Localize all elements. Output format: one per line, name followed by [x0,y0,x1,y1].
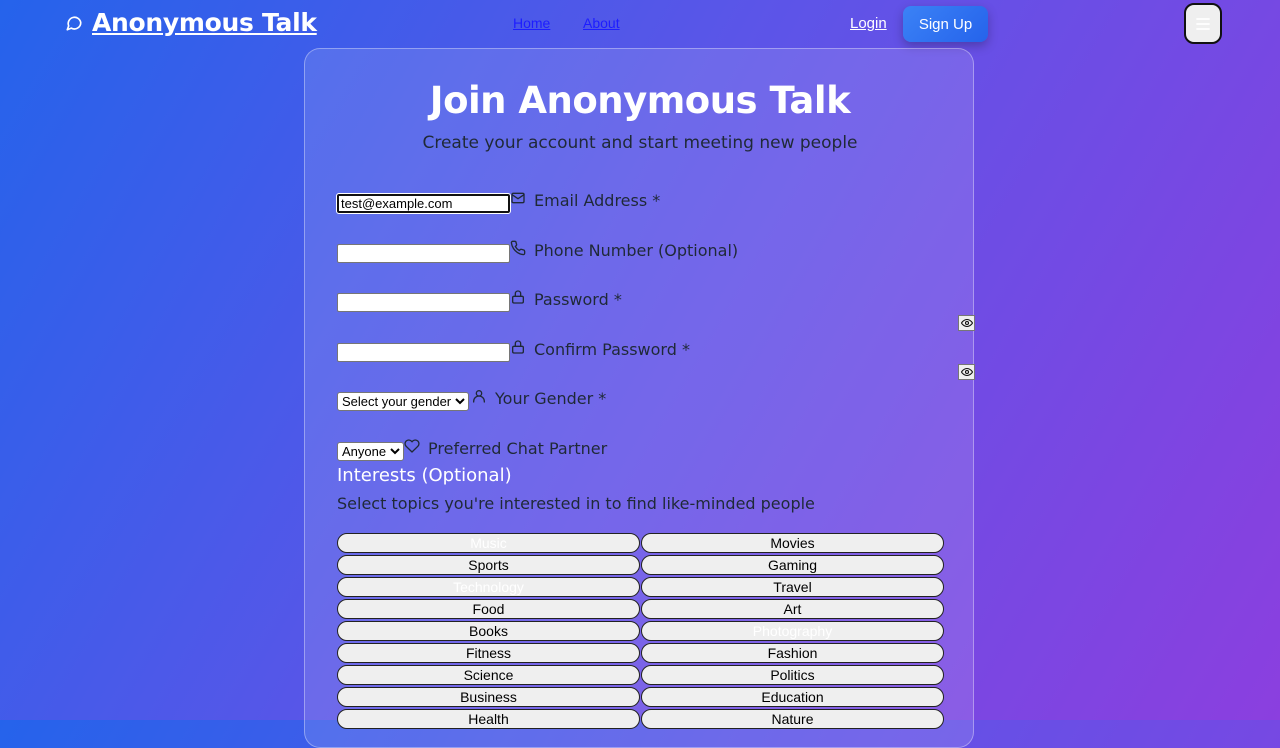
interest-chip[interactable]: Art [641,599,944,619]
interests-subtitle: Select topics you're interested in to fi… [337,494,815,513]
top-navbar: Anonymous Talk Home About Login Sign Up [0,0,1280,48]
interest-chip[interactable]: Technology [337,577,640,597]
preferred-partner-select[interactable]: Anyone [337,442,404,461]
confirm-password-label: Confirm Password * [534,340,690,359]
phone-field[interactable] [337,244,510,263]
interest-chip[interactable]: Education [641,687,944,707]
menu-button[interactable] [1184,3,1222,44]
login-link[interactable]: Login [850,15,887,32]
interest-chip[interactable]: Politics [641,665,944,685]
interests-title: Interests (Optional) [337,465,512,486]
signup-card: Join Anonymous Talk Create your account … [304,48,975,748]
interests-grid: Music Movies Sports Gaming Technology Tr… [337,533,944,729]
password-row: Password * [337,290,622,312]
interest-chip[interactable]: Gaming [641,555,944,575]
lock-icon [512,290,524,304]
password-label: Password * [534,290,622,309]
interest-chip[interactable]: Business [337,687,640,707]
toggle-confirm-password-visibility[interactable] [958,364,975,380]
interest-chip[interactable]: Music [337,533,640,553]
confirm-password-field[interactable] [337,343,510,362]
interest-chip[interactable]: Nature [641,709,944,729]
interest-chip[interactable]: Science [337,665,640,685]
interest-chip[interactable]: Fashion [641,643,944,663]
signup-button[interactable]: Sign Up [903,6,988,42]
interest-chip[interactable]: Food [337,599,640,619]
interest-chip[interactable]: Books [337,621,640,641]
page-subtitle: Create your account and start meeting ne… [422,133,858,153]
lock-icon [512,340,524,354]
user-icon [473,390,485,403]
hamburger-menu-icon [1196,17,1210,30]
chat-bubble-icon [66,15,82,31]
interest-chip[interactable]: Photography [641,621,944,641]
brand-name[interactable]: Anonymous Talk [92,8,317,37]
confirm-password-row: Confirm Password * [337,340,690,362]
page-title: Join Anonymous Talk [429,79,851,122]
interest-chip[interactable]: Travel [641,577,944,597]
email-label: Email Address * [534,191,661,210]
preferred-label: Preferred Chat Partner [428,439,608,458]
gender-row: Select your gender Your Gender * [337,389,607,411]
interest-chip[interactable]: Sports [337,555,640,575]
gender-label: Your Gender * [495,389,607,408]
eye-icon [960,318,973,328]
password-field[interactable] [337,293,510,312]
email-row: Email Address * [336,191,661,214]
brand-logo[interactable]: Anonymous Talk [65,8,317,37]
phone-row: Phone Number (Optional) [337,240,739,263]
phone-label: Phone Number (Optional) [534,241,739,260]
envelope-icon [511,192,525,204]
interest-chip[interactable]: Health [337,709,640,729]
toggle-password-visibility[interactable] [958,315,975,331]
preferred-row: Anyone Preferred Chat Partner [337,439,608,461]
heart-icon [404,439,420,453]
email-field[interactable] [336,193,511,214]
gender-select[interactable]: Select your gender [337,392,469,411]
phone-icon [510,240,526,256]
nav-link-home[interactable]: Home [513,15,550,31]
interest-chip[interactable]: Fitness [337,643,640,663]
nav-link-about[interactable]: About [583,15,620,31]
eye-icon [960,367,973,377]
interest-chip[interactable]: Movies [641,533,944,553]
